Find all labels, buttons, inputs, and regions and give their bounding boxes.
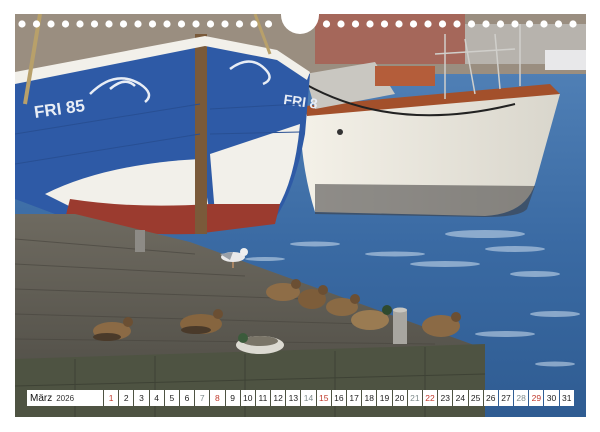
- day-cell: 25: [468, 390, 483, 406]
- day-cell: 3: [134, 390, 149, 406]
- day-cell: 11: [255, 390, 271, 406]
- day-cell: 20: [392, 390, 407, 406]
- harbor-photo: FRI 85 FRI 8: [15, 14, 586, 417]
- day-cell: 30: [544, 390, 559, 406]
- day-cell: 13: [286, 390, 301, 406]
- day-cell: 8: [210, 390, 225, 406]
- day-cell: 4: [149, 390, 164, 406]
- day-cell: 12: [271, 390, 286, 406]
- day-cell: 28: [514, 390, 529, 406]
- day-cell: 16: [331, 390, 346, 406]
- day-cell: 17: [347, 390, 362, 406]
- day-cell: 22: [422, 390, 438, 406]
- month-label: März 2026: [27, 390, 103, 406]
- day-cell: 15: [316, 390, 331, 406]
- day-cell: 7: [195, 390, 210, 406]
- day-cell: 18: [362, 390, 377, 406]
- day-cell: 29: [529, 390, 544, 406]
- calendar-strip: März 2026 1 2 3 4 5 6 7 8 9 10 11 12 13 14 15 16 17 18 19 2…: [27, 390, 574, 406]
- day-cell: 23: [438, 390, 453, 406]
- day-cell: 24: [453, 390, 468, 406]
- day-cell: 31: [559, 390, 574, 406]
- day-cell: 19: [377, 390, 392, 406]
- calendar-page: FRI 85 FRI 8 März 2026 1 2 3 4 5 6 7 8 9…: [0, 0, 600, 432]
- day-cell: 10: [240, 390, 255, 406]
- day-cell: 9: [225, 390, 240, 406]
- day-cell: 26: [483, 390, 498, 406]
- year-label: 2026: [56, 393, 75, 403]
- day-cell: 2: [119, 390, 134, 406]
- month-name: März: [30, 392, 53, 404]
- day-cell: 14: [301, 390, 316, 406]
- day-cell: 5: [164, 390, 179, 406]
- day-cell: 6: [179, 390, 195, 406]
- day-cell: 1: [104, 390, 119, 406]
- day-cell: 27: [498, 390, 514, 406]
- day-cell: 21: [407, 390, 422, 406]
